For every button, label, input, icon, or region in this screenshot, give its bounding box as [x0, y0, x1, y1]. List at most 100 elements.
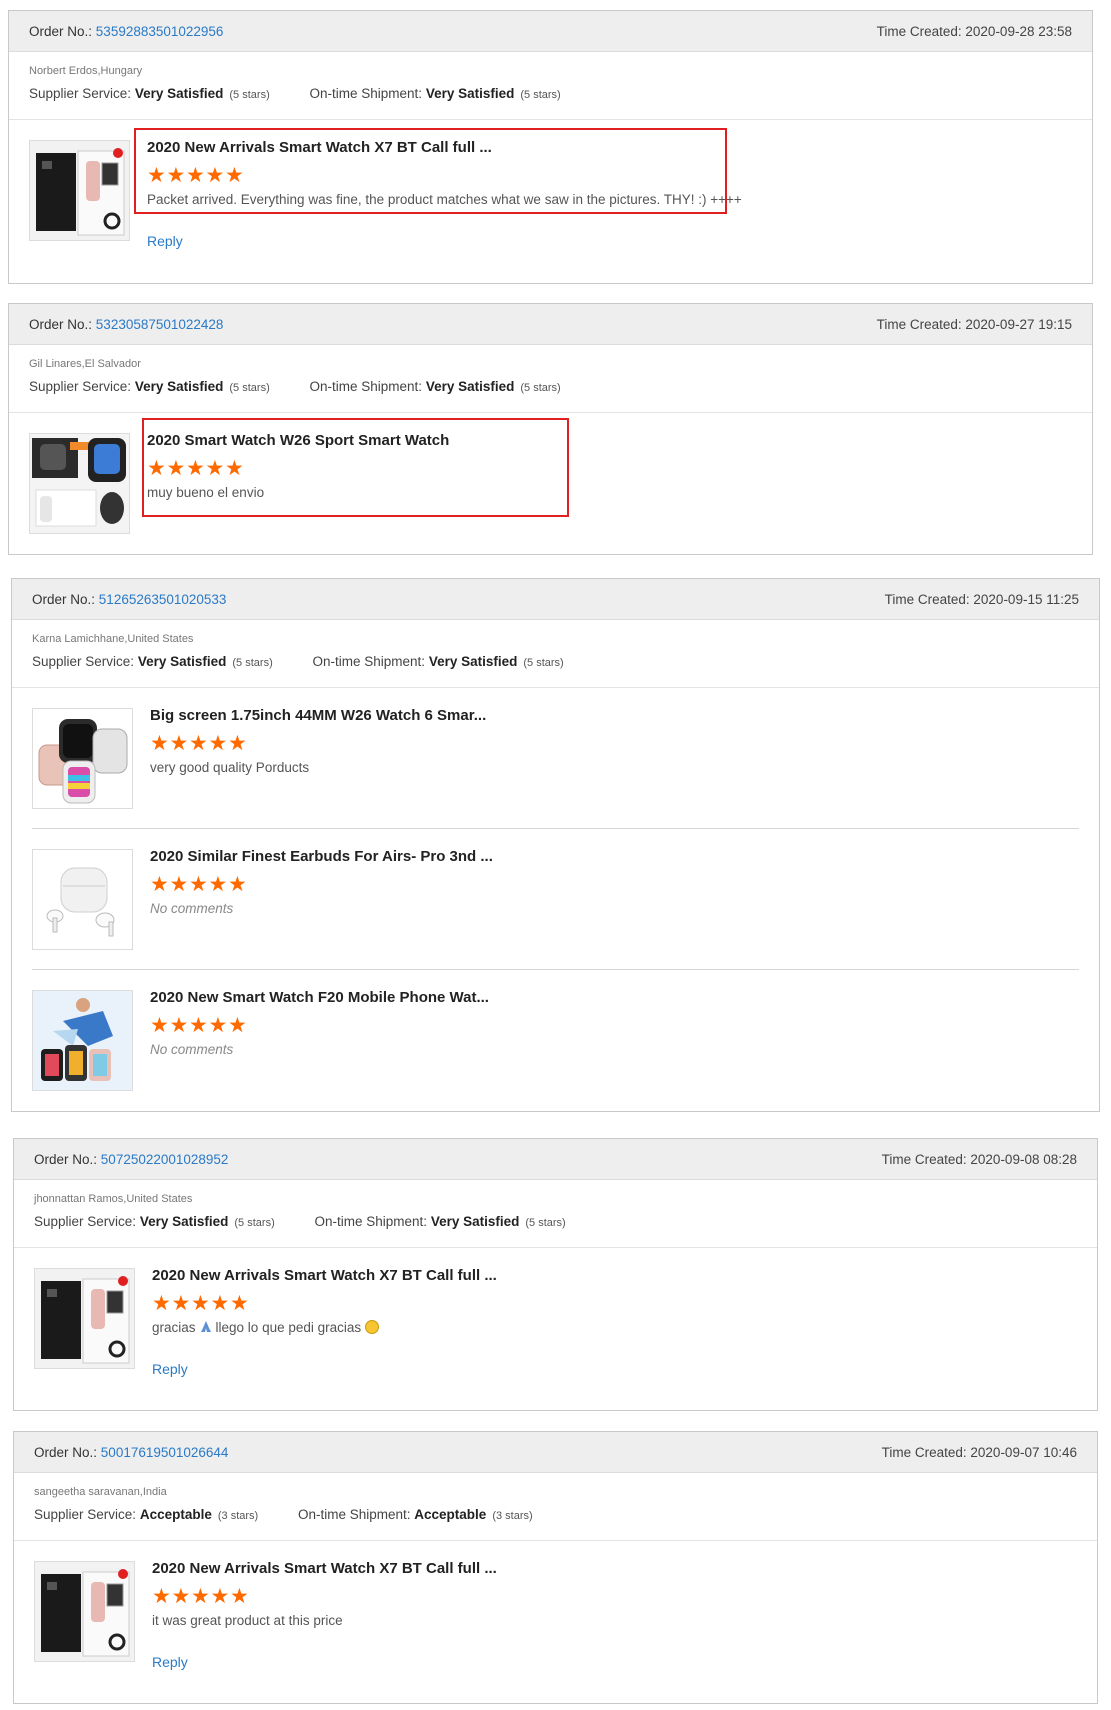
time-created-value: 2020-09-08 08:28 [970, 1152, 1077, 1167]
smartwatch-sport-icon[interactable] [32, 990, 133, 1091]
smartwatch-box-icon[interactable] [29, 140, 130, 241]
star-icon: ★ [208, 1014, 228, 1037]
buyer-name: jhonnattan Ramos,United States [34, 1193, 193, 1205]
buyer-name: Norbert Erdos,Hungary [29, 65, 143, 77]
star-icon: ★ [169, 873, 189, 896]
rating-stars: ★★★★★ [150, 732, 790, 755]
order-card: Order No.: 50017619501026644 Time Create… [13, 1431, 1098, 1704]
supplier-service-rating: Supplier Service: Acceptable (3 stars) [34, 1507, 259, 1522]
order-info: Karna Lamichhane,United States Supplier … [12, 620, 1099, 688]
product-review: 2020 Similar Finest Earbuds For Airs- Pr… [32, 829, 1079, 970]
order-info: Gil Linares,El Salvador Supplier Service… [9, 345, 1092, 413]
product-title[interactable]: 2020 Similar Finest Earbuds For Airs- Pr… [150, 847, 790, 867]
star-icon: ★ [189, 873, 208, 896]
order-card: Order No.: 50725022001028952 Time Create… [13, 1138, 1098, 1411]
review-comment: No comments [150, 1042, 234, 1057]
order-card: Order No.: 53592883501022956 Time Create… [8, 10, 1093, 284]
praying-hands-icon [200, 1321, 211, 1332]
order-card: Order No.: 53230587501022428 Time Create… [8, 303, 1093, 555]
star-icon: ★ [191, 1292, 210, 1315]
product-title[interactable]: Big screen 1.75inch 44MM W26 Watch 6 Sma… [150, 706, 790, 726]
star-icon: ★ [208, 732, 228, 755]
buyer-name: Gil Linares,El Salvador [29, 358, 141, 370]
supplier-service-rating: Supplier Service: Very Satisfied (5 stars… [29, 86, 270, 101]
review-comment: very good quality Porducts [150, 760, 310, 775]
star-icon: ★ [152, 1292, 171, 1315]
rating-stars: ★★★★★ [150, 873, 790, 896]
star-icon: ★ [228, 1014, 247, 1037]
product-title[interactable]: 2020 New Arrivals Smart Watch X7 BT Call… [152, 1266, 792, 1286]
star-icon: ★ [189, 732, 208, 755]
star-icon: ★ [150, 873, 169, 896]
order-number-link[interactable]: 51265263501020533 [99, 592, 227, 607]
time-created-value: 2020-09-27 19:15 [965, 317, 1072, 332]
order-number-link[interactable]: 50017619501026644 [101, 1445, 229, 1460]
review-comment: No comments [150, 901, 234, 916]
time-created-value: 2020-09-15 11:25 [973, 592, 1079, 607]
product-review: 2020 New Smart Watch F20 Mobile Phone Wa… [32, 970, 1079, 1111]
order-header: Order No.: 53230587501022428 Time Create… [9, 304, 1092, 345]
star-icon: ★ [171, 1292, 191, 1315]
star-icon: ★ [210, 1292, 230, 1315]
star-icon: ★ [210, 1585, 230, 1608]
rating-stars: ★★★★★ [152, 1292, 792, 1315]
time-created-label: Time Created: [876, 317, 962, 332]
reply-link[interactable]: Reply [147, 233, 183, 249]
star-icon: ★ [171, 1585, 191, 1608]
shipment-rating: On-time Shipment: Very Satisfied (5 stars… [309, 86, 561, 101]
supplier-service-rating: Supplier Service: Very Satisfied (5 stars… [29, 379, 270, 394]
smartwatches-icon[interactable] [32, 708, 133, 809]
order-no-label: Order No.: [34, 1152, 98, 1167]
star-icon: ★ [230, 1585, 249, 1608]
smartwatch-package-icon[interactable] [29, 433, 130, 534]
star-icon: ★ [208, 873, 228, 896]
order-header: Order No.: 53592883501022956 Time Create… [9, 11, 1092, 52]
shipment-rating: On-time Shipment: Very Satisfied (5 stars… [312, 654, 564, 669]
highlight-box [134, 128, 727, 214]
star-icon: ★ [191, 1585, 210, 1608]
smartwatch-box-icon[interactable] [34, 1268, 135, 1369]
product-title[interactable]: 2020 New Smart Watch F20 Mobile Phone Wa… [150, 988, 790, 1008]
order-no-label: Order No.: [29, 317, 93, 332]
star-icon: ★ [169, 1014, 189, 1037]
order-no-label: Order No.: [32, 592, 96, 607]
star-icon: ★ [230, 1292, 249, 1315]
earbuds-icon[interactable] [32, 849, 133, 950]
time-created-label: Time Created: [884, 592, 970, 607]
star-icon: ★ [228, 873, 247, 896]
time-created-value: 2020-09-07 10:46 [970, 1445, 1077, 1460]
product-title[interactable]: 2020 New Arrivals Smart Watch X7 BT Call… [152, 1559, 792, 1579]
order-number-link[interactable]: 53230587501022428 [96, 317, 224, 332]
reply-link[interactable]: Reply [152, 1654, 188, 1670]
star-icon: ★ [152, 1585, 171, 1608]
star-icon: ★ [169, 732, 189, 755]
supplier-service-rating: Supplier Service: Very Satisfied (5 stars… [32, 654, 273, 669]
smartwatch-box-icon[interactable] [34, 1561, 135, 1662]
smiley-emoji-icon [364, 1320, 379, 1334]
rating-stars: ★★★★★ [150, 1014, 790, 1037]
review-comment: it was great product at this price [152, 1613, 343, 1628]
product-review: 2020 New Arrivals Smart Watch X7 BT Call… [14, 1541, 1097, 1701]
order-header: Order No.: 50017619501026644 Time Create… [14, 1432, 1097, 1473]
star-icon: ★ [189, 1014, 208, 1037]
rating-stars: ★★★★★ [152, 1585, 792, 1608]
star-icon: ★ [150, 732, 169, 755]
order-info: jhonnattan Ramos,United States Supplier … [14, 1180, 1097, 1248]
supplier-service-rating: Supplier Service: Very Satisfied (5 stars… [34, 1214, 275, 1229]
product-review: Big screen 1.75inch 44MM W26 Watch 6 Sma… [32, 688, 1079, 829]
shipment-rating: On-time Shipment: Very Satisfied (5 stars… [314, 1214, 566, 1229]
reply-link[interactable]: Reply [152, 1361, 188, 1377]
time-created-label: Time Created: [876, 24, 962, 39]
star-icon: ★ [228, 732, 247, 755]
order-header: Order No.: 50725022001028952 Time Create… [14, 1139, 1097, 1180]
buyer-name: Karna Lamichhane,United States [32, 633, 194, 645]
time-created-label: Time Created: [881, 1152, 967, 1167]
product-review: 2020 Smart Watch W26 Sport Smart Watch ★… [9, 413, 1092, 553]
order-number-link[interactable]: 50725022001028952 [101, 1152, 229, 1167]
order-header: Order No.: 51265263501020533 Time Create… [12, 579, 1099, 620]
order-number-link[interactable]: 53592883501022956 [96, 24, 224, 39]
product-review: 2020 New Arrivals Smart Watch X7 BT Call… [9, 120, 1092, 280]
review-comment: gracias llego lo que pedi gracias [152, 1320, 792, 1335]
star-icon: ★ [150, 1014, 169, 1037]
order-card: Order No.: 51265263501020533 Time Create… [11, 578, 1100, 1112]
